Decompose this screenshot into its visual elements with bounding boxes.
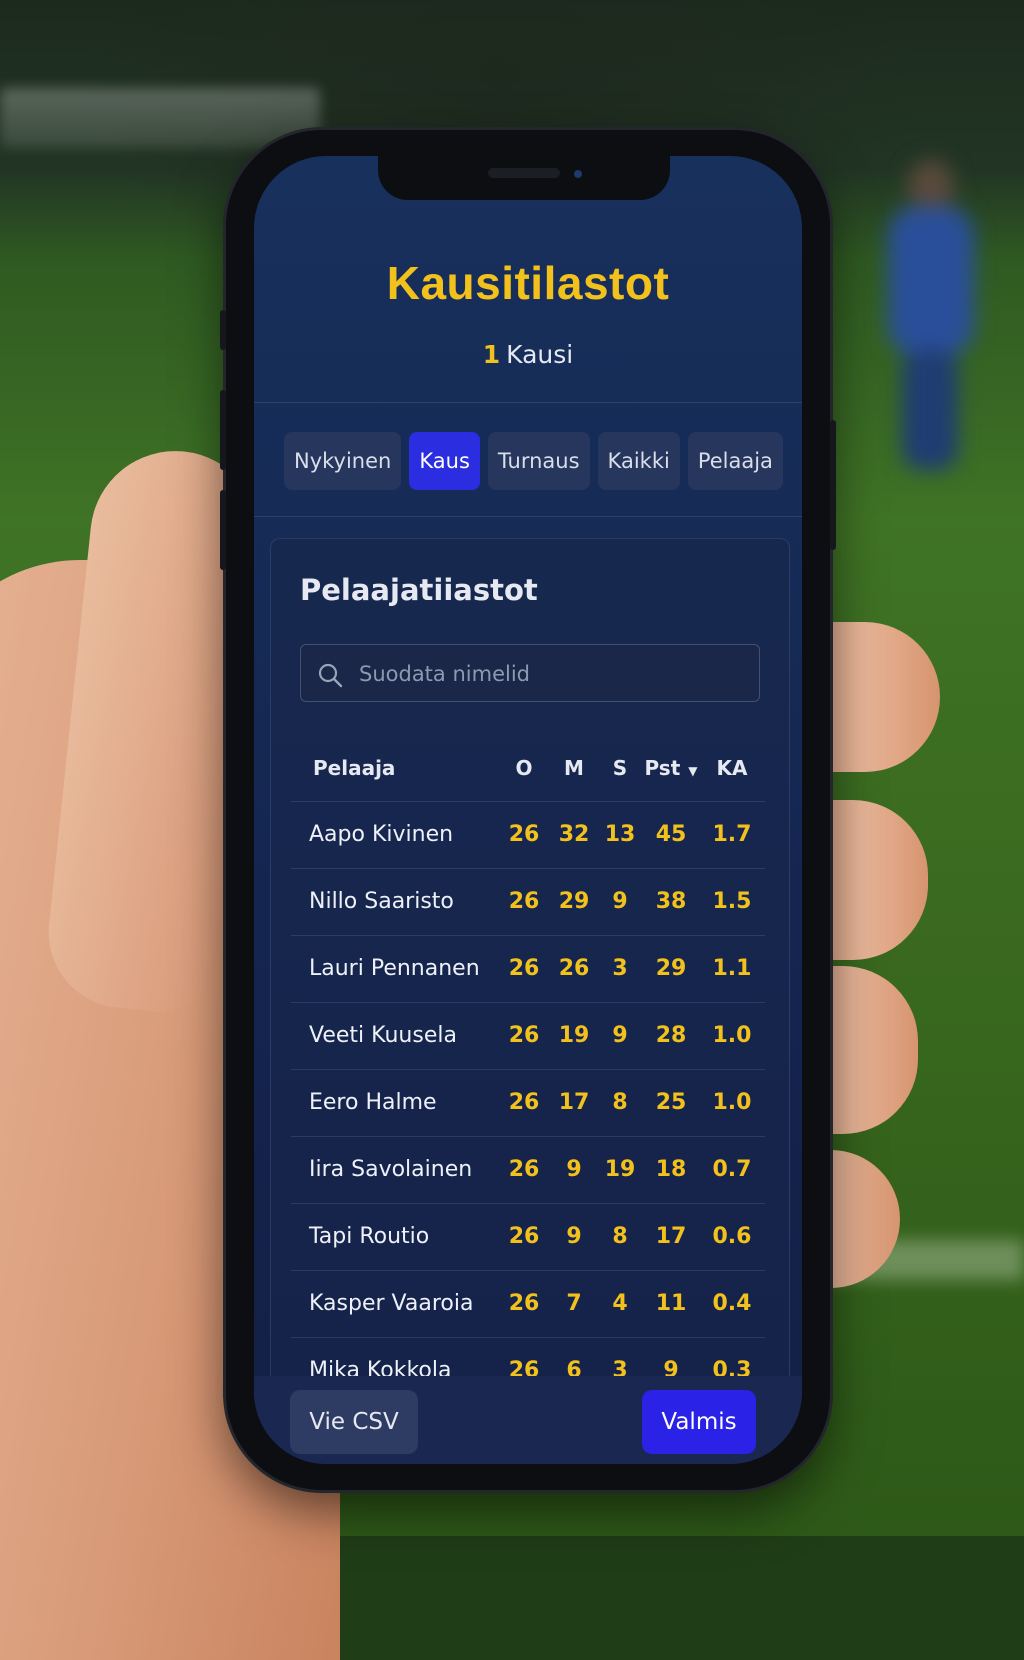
table-row[interactable]: Nillo Saaristo 26 29 9 38 1.5 [291, 868, 765, 935]
column-header-m[interactable]: M [551, 735, 597, 801]
front-camera [574, 170, 582, 178]
stat-m: 32 [558, 822, 590, 847]
search-input[interactable] [357, 645, 751, 703]
stat-o: 26 [508, 1291, 540, 1316]
player-name: Eero Halme [309, 1090, 437, 1115]
divider [254, 516, 802, 517]
table-header: Pelaaja O M S Pst ▼ KA [291, 735, 765, 801]
page-title: Kausitilastot [386, 257, 670, 309]
notch [378, 156, 670, 200]
column-header-pst-label: Pst [644, 756, 681, 780]
stat-o: 26 [508, 956, 540, 981]
stat-pst: 38 [655, 889, 687, 914]
player-name: Veeti Kuusela [309, 1023, 457, 1048]
column-header-ka[interactable]: KA [705, 735, 759, 801]
stat-s: 13 [604, 822, 636, 847]
divider [254, 402, 802, 403]
table-row[interactable]: Iira Savolainen 26 9 19 18 0.7 [291, 1136, 765, 1203]
stat-m: 19 [558, 1023, 590, 1048]
stat-m: 17 [558, 1090, 590, 1115]
filter-tabs: Nykyinen Kaus Turnaus Kaikki Pelaaja [284, 432, 802, 492]
blurred-field-line [800, 1240, 1024, 1280]
stat-pst: 29 [655, 956, 687, 981]
done-button[interactable]: Valmis [642, 1390, 756, 1454]
table-row[interactable]: Eero Halme 26 17 8 25 1.0 [291, 1069, 765, 1136]
stat-pst: 25 [655, 1090, 687, 1115]
stat-s: 9 [612, 889, 628, 914]
stat-ka: 1.0 [712, 1090, 752, 1115]
stat-ka: 1.5 [712, 889, 752, 914]
player-name: Lauri Pennanen [309, 956, 480, 981]
volume-down-button [220, 490, 226, 570]
season-count: 1 Kausi [254, 340, 802, 369]
column-header-s[interactable]: S [597, 735, 643, 801]
stat-m: 29 [558, 889, 590, 914]
mute-switch [220, 310, 226, 350]
table-row[interactable]: Aapo Kivinen 26 32 13 45 1.7 [291, 801, 765, 868]
stat-s: 3 [612, 956, 628, 981]
blurred-player [880, 160, 980, 480]
stat-s: 8 [612, 1224, 628, 1249]
season-count-label: Kausi [506, 340, 574, 369]
stat-pst: 45 [655, 822, 687, 847]
stat-o: 26 [508, 1090, 540, 1115]
stat-ka: 0.4 [712, 1291, 752, 1316]
search-icon [318, 663, 343, 688]
stat-pst: 18 [655, 1157, 687, 1182]
tab-kaus[interactable]: Kaus [409, 432, 480, 490]
stat-m: 7 [566, 1291, 582, 1316]
tab-nykyinen[interactable]: Nykyinen [284, 432, 402, 490]
blurred-goal [0, 88, 320, 148]
column-header-player[interactable]: Pelaaja [313, 735, 395, 801]
column-header-pst[interactable]: Pst ▼ [641, 735, 701, 801]
stat-o: 26 [508, 822, 540, 847]
stat-s: 8 [612, 1090, 628, 1115]
stat-ka: 0.6 [712, 1224, 752, 1249]
tab-kaikki[interactable]: Kaikki [597, 432, 680, 490]
player-name: Iira Savolainen [309, 1157, 473, 1182]
stat-s: 9 [612, 1023, 628, 1048]
volume-up-button [220, 390, 226, 470]
stat-ka: 0.7 [712, 1157, 752, 1182]
player-stats-card: Pelaajatiiastot Pelaaja O M S Pst ▼ KA [270, 538, 790, 1464]
caret-down-icon: ▼ [688, 764, 698, 778]
tab-turnaus[interactable]: Turnaus [487, 432, 590, 490]
stat-ka: 1.0 [712, 1023, 752, 1048]
stat-m: 9 [566, 1157, 582, 1182]
player-name: Nillo Saaristo [309, 889, 454, 914]
power-button [830, 420, 836, 550]
stat-o: 26 [508, 889, 540, 914]
phone: Kausitilastot 1 Kausi Nykyinen Kaus Turnaus… [220, 130, 836, 1490]
season-count-number: 1 [482, 340, 501, 369]
search-box[interactable] [300, 644, 760, 703]
table-row[interactable]: Tapi Routio 26 9 8 17 0.6 [291, 1203, 765, 1270]
stat-m: 26 [558, 956, 590, 981]
stat-ka: 1.1 [712, 956, 752, 981]
column-header-o[interactable]: O [501, 735, 547, 801]
speaker-grille [488, 168, 560, 178]
table-row[interactable]: Lauri Pennanen 26 26 3 29 1.1 [291, 935, 765, 1002]
bottom-action-bar: Vie CSV Valmis [254, 1376, 802, 1464]
stat-o: 26 [508, 1224, 540, 1249]
stat-ka: 1.7 [712, 822, 752, 847]
stat-o: 26 [508, 1157, 540, 1182]
stat-o: 26 [508, 1023, 540, 1048]
app-screen: Kausitilastot 1 Kausi Nykyinen Kaus Turnaus… [254, 156, 802, 1464]
stats-table: Pelaaja O M S Pst ▼ KA Aapo Kivinen 26 32… [291, 735, 765, 1404]
stat-m: 9 [566, 1224, 582, 1249]
player-name: Kasper Vaaroia [309, 1291, 474, 1316]
card-title: Pelaajatiiastot [300, 573, 538, 607]
stat-pst: 11 [655, 1291, 687, 1316]
stat-s: 19 [604, 1157, 636, 1182]
player-name: Aapo Kivinen [309, 822, 454, 847]
player-name: Tapi Routio [309, 1224, 430, 1249]
stat-pst: 28 [655, 1023, 687, 1048]
table-row[interactable]: Kasper Vaaroia 26 7 4 11 0.4 [291, 1270, 765, 1337]
export-csv-button[interactable]: Vie CSV [290, 1390, 418, 1454]
stat-s: 4 [612, 1291, 628, 1316]
stat-pst: 17 [655, 1224, 687, 1249]
tab-pelaaja[interactable]: Pelaaja [687, 432, 783, 490]
table-row[interactable]: Veeti Kuusela 26 19 9 28 1.0 [291, 1002, 765, 1069]
